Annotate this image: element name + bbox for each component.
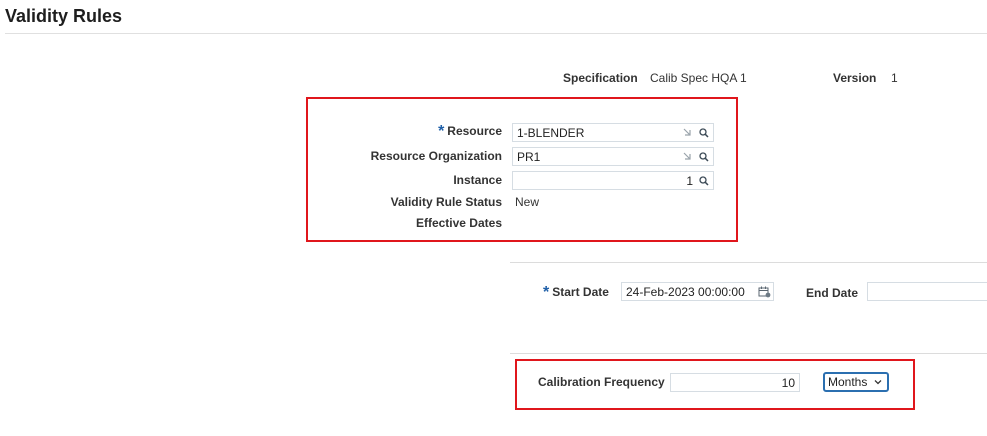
validity-status-value: New — [515, 195, 540, 209]
validity-status-label: Validity Rule Status — [390, 195, 502, 209]
search-icon[interactable] — [695, 125, 713, 141]
resource-input[interactable]: 1-BLENDER — [513, 126, 679, 140]
page-title: Validity Rules — [5, 6, 123, 26]
required-icon: * — [543, 284, 550, 301]
frequency-unit-select[interactable]: Months — [823, 372, 889, 392]
calibration-frequency-input[interactable]: 10 — [671, 376, 799, 390]
version-value: 1 — [891, 71, 898, 85]
search-icon[interactable] — [695, 173, 713, 189]
frequency-unit-value: Months — [828, 375, 868, 389]
specification-label: Specification — [563, 71, 638, 85]
start-date-field-label: * Start Date — [543, 283, 609, 301]
instance-input[interactable]: 1 — [513, 174, 695, 188]
lov-arrow-icon[interactable] — [679, 125, 695, 141]
resource-org-input[interactable]: PR1 — [513, 150, 679, 164]
search-icon[interactable] — [695, 149, 713, 165]
lov-arrow-icon[interactable] — [679, 149, 695, 165]
instance-lov-field[interactable]: 1 — [512, 171, 714, 190]
instance-label: Instance — [453, 173, 502, 187]
calibration-frequency-field[interactable]: 10 — [670, 373, 800, 392]
resource-org-label: Resource Organization — [370, 149, 502, 163]
title-divider — [5, 33, 987, 34]
resource-label: Resource — [447, 124, 502, 138]
version-label: Version — [833, 71, 877, 85]
resource-org-lov-field[interactable]: PR1 — [512, 147, 714, 166]
end-date-field[interactable] — [867, 282, 987, 301]
required-icon: * — [438, 123, 445, 140]
calibration-section-divider — [510, 353, 987, 354]
end-date-label: End Date — [806, 286, 859, 300]
effective-dates-label: Effective Dates — [415, 216, 502, 230]
start-date-input[interactable]: 24-Feb-2023 00:00:00 — [622, 285, 755, 299]
chevron-down-icon — [874, 379, 882, 385]
calibration-frequency-label: Calibration Frequency — [538, 375, 665, 389]
specification-value: Calib Spec HQA 1 — [650, 71, 747, 85]
start-date-field[interactable]: 24-Feb-2023 00:00:00 — [621, 282, 774, 301]
resource-field-label: * Resource — [330, 122, 502, 140]
dates-section-divider — [510, 262, 987, 263]
start-date-label: Start Date — [552, 285, 609, 299]
resource-lov-field[interactable]: 1-BLENDER — [512, 123, 714, 142]
calendar-icon[interactable] — [755, 284, 773, 300]
